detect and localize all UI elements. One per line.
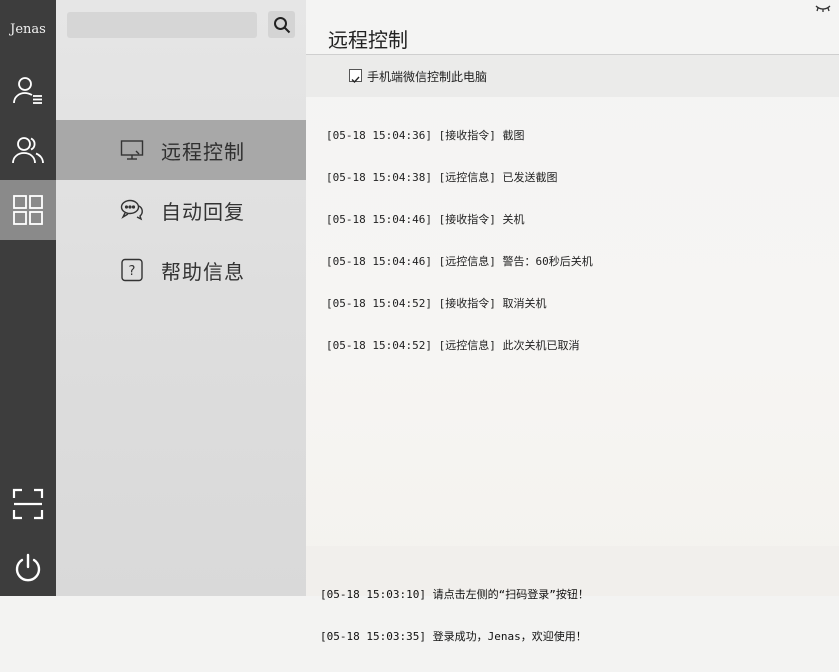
page-title: 远程控制 — [328, 28, 408, 52]
power-button[interactable] — [0, 538, 56, 598]
checkmark-icon — [351, 76, 360, 84]
monitor-icon — [120, 140, 144, 160]
log-line: [05-18 15:04:38] [远控信息] 已发送截图 — [326, 171, 558, 184]
groups-button[interactable] — [0, 120, 56, 180]
nav-item-help[interactable]: ? 帮助信息 — [56, 240, 306, 300]
collapse-icon[interactable] — [814, 2, 832, 14]
nav-item-label: 自动回复 — [161, 200, 245, 224]
grid-icon — [13, 195, 43, 225]
main-panel: 远程控制 手机端微信控制此电脑 [05-18 15:04:36] [接收指令] … — [306, 0, 839, 643]
status-bar: [05-18 15:03:10] 请点击左侧的“扫码登录”按钮！ [05-18 … — [306, 546, 839, 643]
scan-login-button[interactable] — [0, 474, 56, 534]
apps-button[interactable] — [0, 180, 56, 240]
users-icon — [12, 137, 44, 164]
nav-item-auto-reply[interactable]: 自动回复 — [56, 180, 306, 240]
status-log: [05-18 15:03:10] 请点击左侧的“扫码登录”按钮！ [05-18 … — [320, 560, 589, 672]
nav-item-remote-control[interactable]: 远程控制 — [56, 120, 306, 180]
log-line: [05-18 15:04:36] [接收指令] 截图 — [326, 129, 525, 142]
nav-item-label: 帮助信息 — [161, 260, 245, 284]
power-icon — [15, 553, 41, 582]
options-bar: 手机端微信控制此电脑 — [306, 55, 839, 97]
log-line: [05-18 15:04:46] [接收指令] 关机 — [326, 213, 525, 226]
svg-text:?: ? — [129, 264, 136, 279]
command-log: [05-18 15:04:36] [接收指令] 截图 [05-18 15:04:… — [326, 101, 593, 381]
nav-item-label: 远程控制 — [161, 140, 245, 164]
log-line: [05-18 15:04:52] [接收指令] 取消关机 — [326, 297, 547, 310]
status-line: [05-18 15:03:10] 请点击左侧的“扫码登录”按钮！ — [320, 588, 589, 601]
user-list-icon — [13, 77, 42, 104]
status-line: [05-18 15:03:35] 登录成功，Jenas，欢迎使用！ — [320, 630, 587, 643]
username-label: Jenas — [10, 22, 46, 37]
contacts-button[interactable] — [0, 60, 56, 120]
left-rail: Jenas — [0, 0, 56, 596]
help-icon: ? — [121, 258, 143, 282]
remote-control-checkbox[interactable] — [349, 69, 362, 84]
search-icon — [273, 16, 290, 33]
remote-control-checkbox-label[interactable]: 手机端微信控制此电脑 — [367, 68, 487, 85]
nav-panel: 远程控制 自动回复 ? 帮助信息 — [56, 0, 306, 596]
search-input[interactable] — [67, 12, 257, 38]
chat-bubbles-icon — [120, 199, 143, 221]
scan-icon — [12, 488, 44, 520]
log-line: [05-18 15:04:46] [远控信息] 警告：60秒后关机 — [326, 255, 593, 268]
search-button[interactable] — [268, 11, 295, 38]
log-line: [05-18 15:04:52] [远控信息] 此次关机已取消 — [326, 339, 580, 352]
